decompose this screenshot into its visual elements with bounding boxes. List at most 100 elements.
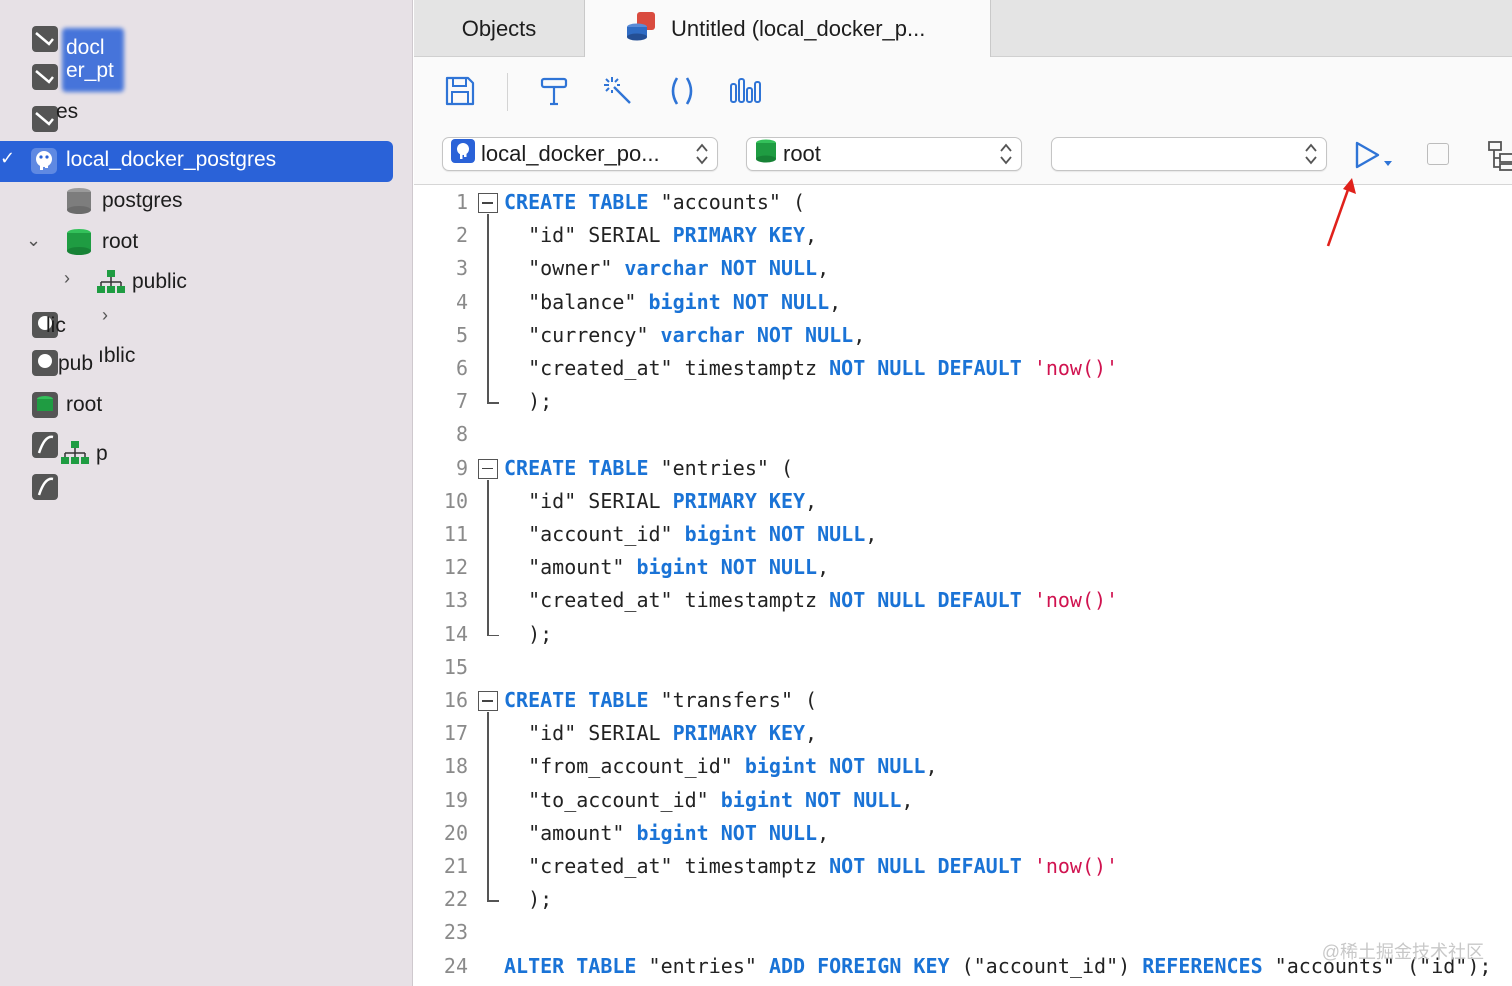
ghost-label: ıblic <box>98 344 136 367</box>
fold-toggle-icon[interactable] <box>478 193 498 213</box>
run-button[interactable] <box>1352 139 1398 171</box>
chart-button[interactable] <box>726 73 766 113</box>
fold-toggle-icon[interactable] <box>478 458 498 479</box>
parentheses-button[interactable] <box>662 73 702 113</box>
sql-keyword: NOT NULL <box>720 820 818 845</box>
ghost-label: pub <box>58 352 94 375</box>
code-line[interactable]: 6 "created_at" timestamptz NOT NULL DEFA… <box>414 352 1512 385</box>
sql-editor[interactable]: 1 CREATE TABLE "accounts" (2 "id" SERIAL … <box>414 186 1512 986</box>
code-line[interactable]: 22 ); <box>414 883 1512 916</box>
sql-keyword: ALTER <box>504 953 565 978</box>
ghost-connection-2[interactable] <box>30 62 60 92</box>
line-number: 21 <box>443 854 468 878</box>
tab-label: Untitled (local_docker_p... <box>671 16 926 41</box>
sql-string: 'now()' <box>1033 854 1119 878</box>
database-label: root <box>102 230 139 253</box>
sql-token: , <box>805 721 818 746</box>
updown-chevron-icon <box>999 141 1013 167</box>
database-label: postgres <box>102 189 183 212</box>
code-line[interactable]: 10 "id" SERIAL PRIMARY KEY, <box>414 485 1512 518</box>
code-line[interactable]: 19 "to_account_id" bigint NOT NULL, <box>414 784 1512 817</box>
code-line[interactable]: 18 "from_account_id" bigint NOT NULL, <box>414 750 1512 783</box>
schema-public[interactable]: public <box>96 267 187 297</box>
chevron-right-icon[interactable]: › <box>102 305 108 326</box>
code-line[interactable]: 21 "created_at" timestamptz NOT NULL DEF… <box>414 850 1512 883</box>
ghost-label: docl <box>66 36 105 59</box>
database-postgres[interactable]: postgres <box>64 186 183 216</box>
database-select-value: root <box>783 141 821 166</box>
database-root[interactable]: root <box>64 227 138 257</box>
ghost-connection-5[interactable] <box>30 348 60 378</box>
code-line[interactable]: 16 CREATE TABLE "transfers" ( <box>414 684 1512 717</box>
sql-token: , <box>805 223 818 248</box>
sql-token: "currency" <box>504 322 661 347</box>
code-line[interactable]: 11 "account_id" bigint NOT NULL, <box>414 518 1512 551</box>
code-line[interactable]: 14 ); <box>414 618 1512 651</box>
code-line[interactable]: 3 "owner" varchar NOT NULL, <box>414 252 1512 285</box>
annotation-arrow-icon <box>1326 178 1356 247</box>
tab-untitled-query[interactable]: Untitled (local_docker_p... <box>585 0 991 58</box>
connection-local-docker-postgres[interactable]: ✓ local_docker_postgres <box>0 141 393 182</box>
sql-token: "created_at" timestamptz <box>504 854 830 878</box>
code-text: ); <box>504 385 552 418</box>
explain-button[interactable] <box>1486 139 1512 171</box>
stop-button[interactable] <box>1427 143 1449 165</box>
database-select[interactable]: root <box>746 137 1022 171</box>
beautify-button[interactable] <box>598 73 638 113</box>
fold-guide <box>487 712 489 901</box>
format-button[interactable] <box>534 73 574 113</box>
line-number: 13 <box>443 588 468 613</box>
sqlite-icon <box>30 430 60 460</box>
sql-token: "to_account_id" <box>504 787 721 812</box>
sql-keyword: CREATE <box>504 190 577 214</box>
sql-token: , <box>853 322 866 347</box>
line-number: 23 <box>443 920 468 945</box>
sql-keyword: TABLE <box>588 190 649 214</box>
sql-token: , <box>817 820 830 845</box>
sql-token: , <box>829 289 842 314</box>
sql-keyword: NOT NULL <box>756 322 854 347</box>
line-number: 7 <box>455 389 468 414</box>
tab-objects[interactable]: Objects <box>414 0 585 57</box>
code-line[interactable]: 9 CREATE TABLE "entries" ( <box>414 452 1512 485</box>
sql-token: , <box>817 555 830 580</box>
sql-keyword: NOT NULL <box>829 754 926 779</box>
code-line[interactable]: 15 <box>414 651 1512 684</box>
chevron-down-icon[interactable]: ⌄ <box>26 230 41 251</box>
sql-token: ); <box>504 887 553 912</box>
watermark: @稀土掘金技术社区 <box>1321 942 1484 962</box>
code-line[interactable]: 13 "created_at" timestamptz NOT NULL DEF… <box>414 584 1512 617</box>
code-line[interactable]: 7 ); <box>414 385 1512 418</box>
line-number: 24 <box>443 953 468 978</box>
save-button[interactable] <box>440 73 480 113</box>
sql-keyword: bigint <box>636 555 709 580</box>
code-line[interactable]: 20 "amount" bigint NOT NULL, <box>414 817 1512 850</box>
connection-select[interactable]: local_docker_po... <box>442 137 718 171</box>
sql-keyword: bigint <box>636 820 709 845</box>
code-line[interactable]: 17 "id" SERIAL PRIMARY KEY, <box>414 717 1512 750</box>
line-number: 1 <box>455 190 468 214</box>
code-line[interactable]: 12 "amount" bigint NOT NULL, <box>414 551 1512 584</box>
chevron-right-icon[interactable]: › <box>64 268 70 289</box>
code-line[interactable]: 4 "balance" bigint NOT NULL, <box>414 286 1512 319</box>
sql-keyword: NOT NULL <box>805 787 902 812</box>
explain-tree-icon <box>1486 141 1512 175</box>
line-number: 11 <box>443 522 468 546</box>
sql-keyword: bigint <box>648 289 721 314</box>
ghost-connection-1[interactable] <box>30 24 60 54</box>
schema-select[interactable] <box>1051 137 1327 171</box>
ghost-connection-7[interactable] <box>30 430 60 460</box>
line-number: 12 <box>443 555 468 580</box>
ghost-connection-6[interactable]: root <box>30 390 102 420</box>
ghost-label: root <box>66 393 103 416</box>
line-number: 8 <box>455 422 468 447</box>
code-text: "currency" varchar NOT NULL, <box>504 319 865 352</box>
fold-toggle-icon[interactable] <box>478 691 498 711</box>
code-line[interactable]: 8 <box>414 418 1512 451</box>
ghost-connection-8[interactable] <box>30 472 60 502</box>
toolbar-divider <box>507 73 508 111</box>
code-line[interactable]: 5 "currency" varchar NOT NULL, <box>414 319 1512 352</box>
